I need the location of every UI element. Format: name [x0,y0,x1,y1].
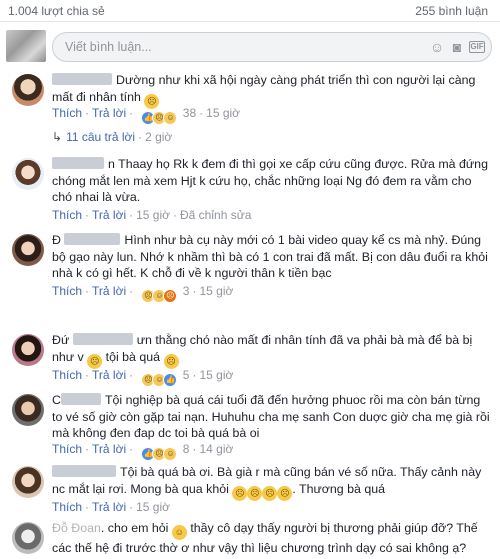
commenter-name-visible[interactable]: n [108,157,115,171]
haha-reaction-icon: ☺ [163,111,178,125]
like-button[interactable]: Thích [52,368,82,382]
current-user-avatar [6,30,46,62]
reactions[interactable]: ☹ ☺ ☹ [141,287,178,303]
share-comment-bar: 1.004 lượt chia sẻ 255 bình luận [0,0,500,22]
like-button[interactable]: Thích [52,106,82,120]
comment-bubble: Đ Hình như bà cụ này mới có 1 bài video … [52,232,492,282]
comment-actions: Thích · Trả lời · 👍 ☹ ☺ 38 · 15 giờ [52,106,240,125]
haha-reaction-icon: ☺ [163,447,178,461]
edited-label[interactable]: Đã chỉnh sửa [180,208,251,222]
comment-input-placeholder: Viết bình luận... [65,40,152,54]
commenter-avatar[interactable] [12,522,44,554]
crying-face-emoji-icon: ☹ [247,485,263,501]
comment-text: . cho em hỏi [100,521,169,535]
comment-text: Thaay họ Rk k đem đi thì gọi xe cấp cứu … [52,157,488,204]
comment-input[interactable]: Viết bình luận... ☺ ◙ GIF [52,32,492,62]
comment-actions: Thích · Trả lời · ☹ ☺ ☹ 3 · 15 giờ [52,284,233,303]
replies-count-link[interactable]: 11 câu trả lời [66,130,135,144]
comment-text-after: tội bà quá [105,349,161,364]
reply-button[interactable]: Trả lời [92,500,126,514]
commenter-avatar[interactable] [12,394,44,426]
commenter-name-visible[interactable]: Đỗ Đoan [52,521,101,535]
comment-bubble: Dường như khi xã hội ngày càng phát triể… [52,72,492,109]
commenter-name-visible[interactable]: Đ [52,233,61,247]
comment-bubble: Đỗ Đoan. cho em hỏi ☺ thầy cô dạy thấy n… [52,520,492,557]
reaction-count: 38 [182,106,197,120]
comment-actions: Thích · Trả lời · 15 giờ · Đã chỉnh sửa [52,208,252,222]
reactions[interactable]: ☹ ☺ 👍 [141,371,178,387]
reply-button[interactable]: Trả lời [92,284,126,298]
commenter-avatar[interactable] [12,74,44,106]
reactions[interactable]: 👍 ☹ ☺ [141,445,178,461]
comment-text: Tội nghiệp bà quá cái tuổi đã đến hưởng … [52,393,490,440]
comment-time[interactable]: 15 giờ [206,106,240,120]
share-count[interactable]: 1.004 lượt chia sẻ [8,4,105,18]
comment-bubble: Tội bà quá bà ơi. Bà già r mà cũng bán v… [52,464,492,501]
smiley-icon[interactable]: ☺ [429,39,445,55]
commenter-name-redacted[interactable] [64,233,121,245]
commenter-name-redacted[interactable] [52,73,112,85]
reaction-count: 8 [182,442,190,456]
reply-button[interactable]: Trả lời [92,208,126,222]
commenter-avatar[interactable] [12,466,44,498]
commenter-avatar[interactable] [12,234,44,266]
commenter-avatar[interactable] [12,334,44,366]
like-reaction-icon: 👍 [163,373,178,387]
reply-button[interactable]: Trả lời [92,442,126,456]
reaction-count: 5 [182,368,190,382]
commenter-name-redacted[interactable] [52,157,104,169]
replies-time: 2 giờ [145,130,173,144]
comment-bubble: n Thaay họ Rk k đem đi thì gọi xe cấp cứ… [52,156,492,206]
comment-bubble: C Tội nghiệp bà quá cái tuổi đã đến hưởng… [52,392,492,442]
commenter-name-redacted[interactable] [52,465,116,477]
smiley-emoji-icon: ☺ [171,525,187,540]
comment-time[interactable]: 14 giờ [199,442,233,456]
commenter-name-visible[interactable]: C [52,393,61,407]
comment-time[interactable]: 15 giờ [199,368,233,382]
commenter-name-redacted[interactable] [72,333,133,345]
like-button[interactable]: Thích [52,208,82,222]
comment-bubble: Đứ ưn thằng chó nào mất đi nhân tính đã … [52,332,492,369]
camera-icon[interactable]: ◙ [449,39,465,55]
comment-composer: Viết bình luận... ☺ ◙ GIF [0,24,500,66]
comment-actions: Thích · Trả lời · 15 giờ [52,500,170,514]
comment-time[interactable]: 15 giờ [136,208,170,222]
unamused-face-emoji-icon: ☹ [87,353,103,369]
commenter-avatar[interactable] [12,158,44,190]
reply-arrow-icon: ↳ [52,130,63,144]
sad-face-emoji-icon: ☹ [163,353,179,369]
comment-time[interactable]: 15 giờ [136,500,170,514]
comment-count[interactable]: 255 bình luận [415,4,488,18]
angry-reaction-icon: ☹ [163,289,178,303]
crying-face-emoji-icon: ☹ [262,485,278,501]
view-replies[interactable]: ↳ 11 câu trả lời · 2 giờ [52,130,172,144]
crying-face-emoji-icon: ☹ [232,485,248,501]
comment-actions: Thích · Trả lời · 👍 ☹ ☺ 8 · 14 giờ [52,442,233,461]
reaction-count: 3 [182,284,190,298]
reactions[interactable]: 👍 ☹ ☺ [141,109,178,125]
reply-button[interactable]: Trả lời [92,106,126,120]
commenter-name-redacted[interactable] [60,393,101,405]
like-button[interactable]: Thích [52,500,82,514]
comment-text: Dường như khi xã hội ngày càng phát triể… [52,73,476,104]
like-button[interactable]: Thích [52,442,82,456]
commenter-name-visible[interactable]: Đứ [52,333,69,347]
like-button[interactable]: Thích [52,284,82,298]
gif-icon[interactable]: GIF [469,41,485,53]
comment-time[interactable]: 15 giờ [199,284,233,298]
crying-face-emoji-icon: ☹ [277,485,293,501]
comment-text-after: Thương bà quá [299,481,386,496]
comment-actions: Thích · Trả lời · ☹ ☺ 👍 5 · 15 giờ [52,368,233,387]
reply-button[interactable]: Trả lời [92,368,126,382]
